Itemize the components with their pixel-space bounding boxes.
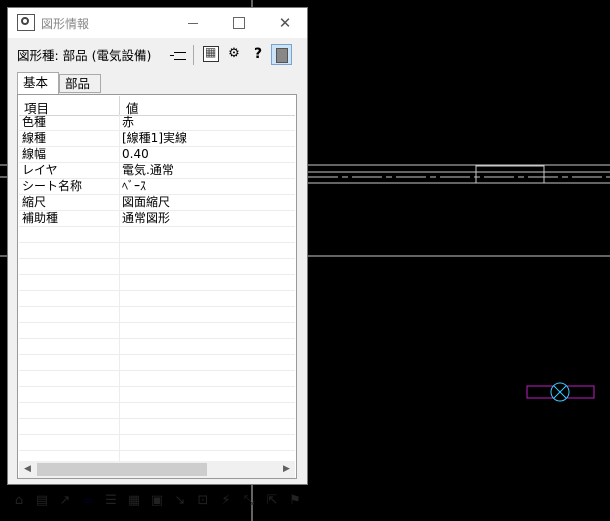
tab-parts[interactable]: 部品: [59, 74, 101, 93]
table-row[interactable]: [19, 403, 295, 419]
dimension-icon[interactable]: ⤡: [239, 491, 259, 511]
move-icon[interactable]: ↘: [170, 491, 190, 511]
image-icon[interactable]: ▣: [147, 491, 167, 511]
close-icon: ✕: [278, 14, 292, 32]
row-item: 色種: [22, 115, 47, 129]
minimize-button[interactable]: [170, 8, 216, 38]
table-row[interactable]: [19, 291, 295, 307]
maximize-icon: [233, 17, 245, 29]
table-row[interactable]: [19, 339, 295, 355]
title-bar[interactable]: 図形情報 ✕: [8, 8, 307, 38]
properties-icon[interactable]: [271, 44, 292, 65]
table-row[interactable]: [19, 307, 295, 323]
table-row[interactable]: シート名称 ﾍﾞｰｽ: [19, 179, 295, 195]
toolbar-separator: [193, 45, 194, 65]
table-row[interactable]: [19, 355, 295, 371]
list-header: 項目 値: [19, 96, 295, 116]
table-row[interactable]: [19, 419, 295, 435]
maximize-button[interactable]: [216, 8, 262, 38]
row-value: 通常図形: [122, 211, 171, 225]
table-row[interactable]: [19, 371, 295, 387]
app-icon: [17, 14, 35, 31]
table-row[interactable]: [19, 275, 295, 291]
table-row[interactable]: 補助種 通常図形: [19, 211, 295, 227]
fl-icon[interactable]: ▭: [78, 491, 98, 511]
table-row[interactable]: [19, 259, 295, 275]
row-item: 線幅: [22, 147, 47, 161]
tab-basic[interactable]: 基本: [17, 72, 59, 95]
figure-info-window: 図形情報 ✕ 図形種: 部品 (電気設備) ⚙ ? 基本 部品 項目 値 色種 赤…: [7, 7, 308, 485]
gear-icon[interactable]: ⚙: [226, 46, 242, 62]
table-row[interactable]: 色種 赤: [19, 115, 295, 131]
grid-icon[interactable]: [203, 45, 219, 62]
line-icon[interactable]: ↗: [55, 491, 75, 511]
electrical-symbol[interactable]: [526, 382, 595, 402]
row-item: レイヤ: [22, 163, 58, 177]
row-value: 図面縮尺: [122, 195, 171, 209]
scroll-left-arrow[interactable]: ◀: [19, 461, 36, 478]
column-divider[interactable]: [119, 96, 120, 115]
scroll-thumb[interactable]: [37, 463, 207, 476]
cad-box: [475, 165, 545, 184]
pin-icon[interactable]: [170, 52, 186, 60]
row-value: 0.40: [122, 147, 149, 161]
zigzag-icon[interactable]: ⚡: [216, 491, 236, 511]
table-row[interactable]: 線種 [線種1]実線: [19, 131, 295, 147]
horizontal-scrollbar[interactable]: ◀ ▶: [19, 461, 295, 478]
layer-icon[interactable]: ▤: [32, 491, 52, 511]
stack-icon[interactable]: ☰: [101, 491, 121, 511]
window-title: 図形情報: [41, 17, 90, 31]
row-item: 縮尺: [22, 195, 47, 209]
table-row[interactable]: [19, 451, 295, 461]
table-row[interactable]: [19, 243, 295, 259]
table-row[interactable]: 線幅 0.40: [19, 147, 295, 163]
row-value: ﾍﾞｰｽ: [122, 179, 147, 193]
row-item: 補助種: [22, 211, 59, 225]
home-icon[interactable]: ⌂: [9, 491, 29, 511]
close-button[interactable]: ✕: [262, 8, 308, 38]
property-panel: 項目 値 色種 赤線種 [線種1]実線線幅 0.40 レイヤ 電気.通常シート名称 ﾍﾞｰｽ…: [17, 94, 297, 479]
palette-icon[interactable]: ⚑: [285, 491, 305, 511]
table-row[interactable]: [19, 387, 295, 403]
row-value: 赤: [122, 115, 135, 129]
minimize-icon: [188, 22, 198, 24]
scroll-right-arrow[interactable]: ▶: [278, 461, 295, 478]
figure-type-label: 図形種: 部品 (電気設備): [17, 48, 152, 63]
drag-icon[interactable]: ⇱: [262, 491, 282, 511]
abm-icon[interactable]: ▦: [124, 491, 144, 511]
table-row[interactable]: [19, 323, 295, 339]
type-row: 図形種: 部品 (電気設備) ⚙ ?: [8, 42, 307, 66]
table-row[interactable]: 縮尺 図面縮尺: [19, 195, 295, 211]
row-item: 線種: [22, 131, 47, 145]
table-row[interactable]: [19, 435, 295, 451]
table-row[interactable]: [19, 227, 295, 243]
rotate-icon[interactable]: ⊡: [193, 491, 213, 511]
row-value: 電気.通常: [122, 163, 174, 177]
table-row[interactable]: レイヤ 電気.通常: [19, 163, 295, 179]
row-value: [線種1]実線: [122, 131, 187, 145]
row-item: シート名称: [22, 179, 83, 193]
property-list[interactable]: 項目 値 色種 赤線種 [線種1]実線線幅 0.40 レイヤ 電気.通常シート名称 ﾍﾞｰｽ…: [19, 96, 295, 461]
help-icon[interactable]: ?: [250, 46, 266, 62]
bottom-toolbar: ⌂ ▤ ↗ ▭ ☰ ▦ ▣ ↘ ⊡ ⚡ ⤡ ⇱ ⚑: [0, 488, 310, 521]
